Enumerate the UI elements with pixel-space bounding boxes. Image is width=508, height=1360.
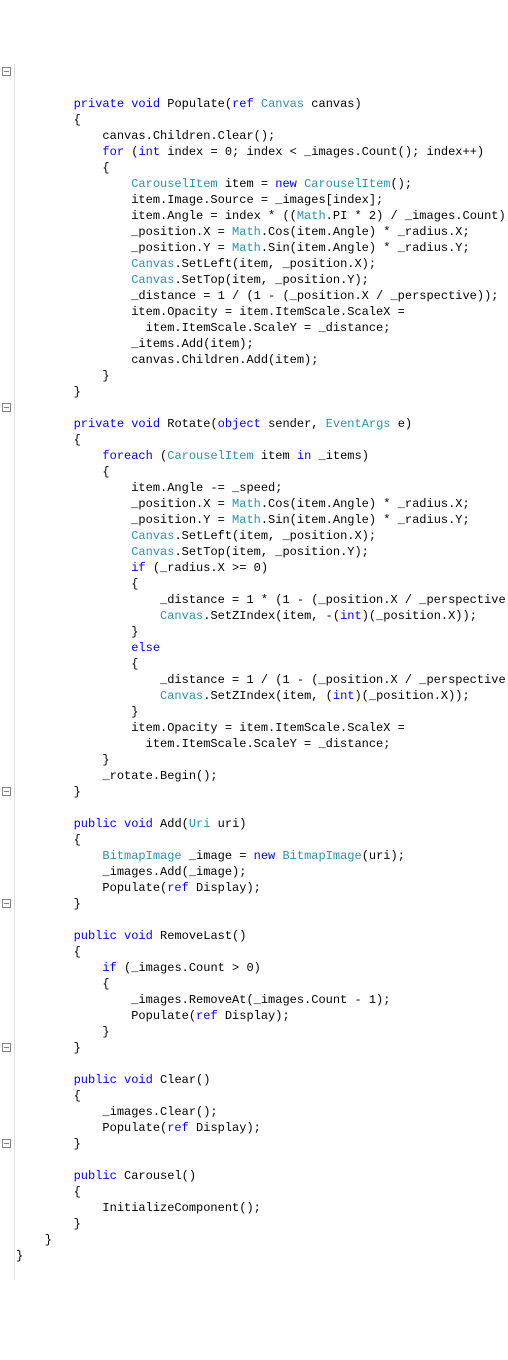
- code-line: }: [16, 1137, 81, 1151]
- code-line: }: [16, 705, 138, 719]
- code-line: {: [16, 1089, 81, 1103]
- code-line: Populate(ref Display);: [16, 881, 261, 895]
- code-editor: private void Populate(ref Canvas canvas)…: [0, 64, 508, 1280]
- fold-minus-icon[interactable]: [2, 899, 11, 908]
- code-line: Populate(ref Display);: [16, 1009, 290, 1023]
- code-line: _position.Y = Math.Sin(item.Angle) * _ra…: [16, 241, 470, 255]
- code-line: for (int index = 0; index < _images.Coun…: [16, 145, 484, 159]
- code-line: _distance = 1 / (1 - (_position.X / _per…: [16, 673, 508, 687]
- code-line: _position.Y = Math.Sin(item.Angle) * _ra…: [16, 513, 470, 527]
- code-line: }: [16, 1025, 110, 1039]
- code-line: }: [16, 1249, 23, 1263]
- code-line: _position.X = Math.Cos(item.Angle) * _ra…: [16, 497, 470, 511]
- code-line: {: [16, 833, 81, 847]
- code-line: {: [16, 113, 81, 127]
- code-line: }: [16, 897, 81, 911]
- code-line: public void RemoveLast(): [16, 929, 246, 943]
- code-line: _images.Clear();: [16, 1105, 218, 1119]
- code-line: item.ItemScale.ScaleY = _distance;: [16, 737, 390, 751]
- code-line: BitmapImage _image = new BitmapImage(uri…: [16, 849, 405, 863]
- code-line: foreach (CarouselItem item in _items): [16, 449, 369, 463]
- code-line: item.Opacity = item.ItemScale.ScaleX =: [16, 305, 405, 319]
- fold-gutter: [0, 64, 15, 1280]
- code-line: if (_images.Count > 0): [16, 961, 261, 975]
- code-line: item.Image.Source = _images[index];: [16, 193, 383, 207]
- code-line: item.ItemScale.ScaleY = _distance;: [16, 321, 390, 335]
- code-line: CarouselItem item = new CarouselItem();: [16, 177, 412, 191]
- code-line: }: [16, 785, 81, 799]
- code-line: }: [16, 385, 81, 399]
- code-line: _images.RemoveAt(_images.Count - 1);: [16, 993, 390, 1007]
- code-line: {: [16, 161, 110, 175]
- code-line: item.Opacity = item.ItemScale.ScaleX =: [16, 721, 405, 735]
- code-line: Populate(ref Display);: [16, 1121, 261, 1135]
- code-line: private void Populate(ref Canvas canvas): [16, 97, 362, 111]
- code-line: _distance = 1 / (1 - (_position.X / _per…: [16, 289, 498, 303]
- code-line: {: [16, 945, 81, 959]
- fold-minus-icon[interactable]: [2, 1043, 11, 1052]
- code-line: canvas.Children.Add(item);: [16, 353, 318, 367]
- fold-minus-icon[interactable]: [2, 787, 11, 796]
- code-line: {: [16, 433, 81, 447]
- code-line: }: [16, 753, 110, 767]
- code-line: InitializeComponent();: [16, 1201, 261, 1215]
- code-line: public void Clear(): [16, 1073, 210, 1087]
- code-line: item.Angle = index * ((Math.PI * 2) / _i…: [16, 209, 508, 223]
- code-line: Canvas.SetZIndex(item, (int)(_position.X…: [16, 689, 470, 703]
- code-line: public Carousel(): [16, 1169, 196, 1183]
- code-line: canvas.Children.Clear();: [16, 129, 275, 143]
- code-line: }: [16, 1217, 81, 1231]
- code-line: else: [16, 641, 160, 655]
- code-line: Canvas.SetLeft(item, _position.X);: [16, 529, 376, 543]
- code-line: }: [16, 1041, 81, 1055]
- code-line: Canvas.SetZIndex(item, -(int)(_position.…: [16, 609, 477, 623]
- code-line: _rotate.Begin();: [16, 769, 218, 783]
- code-line: {: [16, 1185, 81, 1199]
- code-line: {: [16, 657, 138, 671]
- code-line: Canvas.SetTop(item, _position.Y);: [16, 545, 369, 559]
- code-line: _position.X = Math.Cos(item.Angle) * _ra…: [16, 225, 470, 239]
- code-line: Canvas.SetTop(item, _position.Y);: [16, 273, 369, 287]
- code-line: if (_radius.X >= 0): [16, 561, 268, 575]
- code-line: {: [16, 577, 138, 591]
- code-line: {: [16, 977, 110, 991]
- code-line: }: [16, 1233, 52, 1247]
- code-line: private void Rotate(object sender, Event…: [16, 417, 412, 431]
- code-line: _items.Add(item);: [16, 337, 254, 351]
- code-line: Canvas.SetLeft(item, _position.X);: [16, 257, 376, 271]
- code-line: item.Angle -= _speed;: [16, 481, 282, 495]
- fold-minus-icon[interactable]: [2, 1139, 11, 1148]
- code-line: }: [16, 369, 110, 383]
- code-line: public void Add(Uri uri): [16, 817, 246, 831]
- code-line: _distance = 1 * (1 - (_position.X / _per…: [16, 593, 508, 607]
- code-line: }: [16, 625, 138, 639]
- fold-minus-icon[interactable]: [2, 403, 11, 412]
- code-line: _images.Add(_image);: [16, 865, 246, 879]
- code-area[interactable]: private void Populate(ref Canvas canvas)…: [16, 96, 508, 1264]
- fold-minus-icon[interactable]: [2, 67, 11, 76]
- code-line: {: [16, 465, 110, 479]
